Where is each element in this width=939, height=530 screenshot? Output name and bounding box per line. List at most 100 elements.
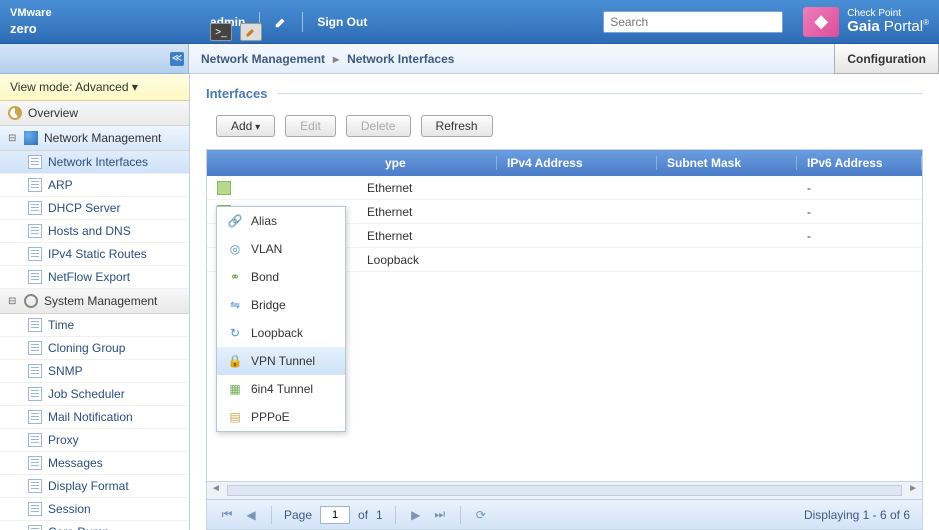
bridge-icon: ⇋: [227, 297, 243, 313]
scratchpad-icon[interactable]: [240, 23, 262, 41]
nav-item-network-interfaces[interactable]: Network Interfaces: [0, 151, 189, 174]
section-title: Interfaces: [206, 86, 923, 101]
add-menu-vpn-tunnel[interactable]: 🔒VPN Tunnel: [217, 347, 345, 375]
nav-overview-label: Overview: [28, 106, 78, 120]
add-menu-alias[interactable]: 🔗Alias: [217, 207, 345, 235]
gaia-logo: ◆ Check Point Gaia Portal®: [803, 7, 929, 37]
brand-main: Gaia Portal®: [847, 19, 929, 36]
nav-group-system[interactable]: ⊟ System Management: [0, 289, 189, 314]
network-icon: [24, 131, 38, 145]
nav-item-ipv4-routes[interactable]: IPv4 Static Routes: [0, 243, 189, 266]
delete-button[interactable]: Delete: [346, 115, 411, 137]
terminal-icon[interactable]: >_: [210, 23, 232, 41]
refresh-icon[interactable]: ⟳: [473, 507, 489, 523]
edit-user-icon[interactable]: [274, 15, 288, 29]
nav-item-mail[interactable]: Mail Notification: [0, 406, 189, 429]
search-input[interactable]: [603, 11, 783, 33]
nav-item-core-dump[interactable]: Core Dump: [0, 521, 189, 530]
first-page-icon[interactable]: ⏮: [219, 507, 235, 523]
nav-group-label: System Management: [44, 294, 157, 308]
vpn-tunnel-icon: 🔒: [227, 353, 243, 369]
page-icon: [28, 341, 42, 355]
table-toolbar: Add Edit Delete Refresh: [206, 115, 923, 137]
page-icon: [28, 364, 42, 378]
vendor-label: VMware: [10, 7, 200, 19]
page-icon: [28, 270, 42, 284]
page-input[interactable]: [320, 506, 350, 524]
page-icon: [28, 201, 42, 215]
add-menu: 🔗Alias ◎VLAN ⚭Bond ⇋Bridge ↻Loopback 🔒VP…: [216, 206, 346, 432]
pppoe-icon: ▤: [227, 409, 243, 425]
divider: [302, 12, 303, 32]
add-menu-vlan[interactable]: ◎VLAN: [217, 235, 345, 263]
search-box: [603, 11, 783, 33]
sign-out-link[interactable]: Sign Out: [317, 15, 367, 29]
nav-item-arp[interactable]: ARP: [0, 174, 189, 197]
6in4-icon: ▦: [227, 381, 243, 397]
nav-item-time[interactable]: Time: [0, 314, 189, 337]
nav-item-dhcp[interactable]: DHCP Server: [0, 197, 189, 220]
next-page-icon[interactable]: ▶: [408, 507, 424, 523]
nav-item-hosts-dns[interactable]: Hosts and DNS: [0, 220, 189, 243]
of-label: of: [358, 508, 368, 522]
horizontal-scrollbar[interactable]: [207, 481, 922, 499]
chevron-right-icon: ▸: [333, 52, 339, 66]
total-pages: 1: [376, 508, 383, 522]
nav-item-messages[interactable]: Messages: [0, 452, 189, 475]
add-menu-pppoe[interactable]: ▤PPPoE: [217, 403, 345, 431]
nav-item-snmp[interactable]: SNMP: [0, 360, 189, 383]
page-icon: [28, 502, 42, 516]
nav-item-proxy[interactable]: Proxy: [0, 429, 189, 452]
header-left: VMware zero: [0, 0, 200, 43]
collapse-icon: ≪: [170, 52, 184, 66]
col-ipv6[interactable]: IPv6 Address: [797, 156, 922, 170]
page-icon: [28, 155, 42, 169]
nav-item-cloning[interactable]: Cloning Group: [0, 337, 189, 360]
page-icon: [28, 318, 42, 332]
display-range: Displaying 1 - 6 of 6: [804, 508, 910, 522]
breadcrumb-parent[interactable]: Network Management: [201, 52, 325, 66]
nav-item-display-format[interactable]: Display Format: [0, 475, 189, 498]
sidebar-collapse[interactable]: ≪: [0, 44, 189, 74]
page-icon: [28, 224, 42, 238]
view-mode-label: View mode:: [10, 80, 72, 94]
add-menu-loopback[interactable]: ↻Loopback: [217, 319, 345, 347]
breadcrumb: Network Management ▸ Network Interfaces: [189, 44, 834, 74]
add-menu-bridge[interactable]: ⇋Bridge: [217, 291, 345, 319]
top-header: VMware zero admin Sign Out >_ ◆ Check Po…: [0, 0, 939, 44]
col-type[interactable]: ype: [357, 156, 497, 170]
pager: ⏮ ◀ Page of 1 ▶ ⏭ ⟳ Displaying 1 - 6 of …: [207, 499, 922, 529]
nav-item-job-scheduler[interactable]: Job Scheduler: [0, 383, 189, 406]
add-menu-bond[interactable]: ⚭Bond: [217, 263, 345, 291]
prev-page-icon[interactable]: ◀: [243, 507, 259, 523]
gear-icon: [24, 294, 38, 308]
interface-icon: [217, 181, 231, 195]
nav-item-session[interactable]: Session: [0, 498, 189, 521]
col-ipv4[interactable]: IPv4 Address: [497, 156, 657, 170]
table-row[interactable]: Ethernet -: [207, 176, 922, 200]
bond-icon: ⚭: [227, 269, 243, 285]
content: Interfaces Add Edit Delete Refresh Name …: [190, 74, 939, 530]
nav-overview[interactable]: Overview: [0, 101, 189, 126]
refresh-button[interactable]: Refresh: [421, 115, 493, 137]
tree-collapse-icon: ⊟: [8, 133, 18, 144]
sidebar: View mode: Advanced ▾ Overview ⊟ Network…: [0, 74, 190, 530]
page-icon: [28, 479, 42, 493]
nav-group-network[interactable]: ⊟ Network Management: [0, 126, 189, 151]
subheader: ≪ Network Management ▸ Network Interface…: [0, 44, 939, 74]
configuration-button[interactable]: Configuration: [834, 44, 939, 74]
page-icon: [28, 433, 42, 447]
nav-group-label: Network Management: [44, 131, 161, 145]
nav-item-netflow[interactable]: NetFlow Export: [0, 266, 189, 289]
breadcrumb-current: Network Interfaces: [347, 52, 454, 66]
col-subnet-mask[interactable]: Subnet Mask: [657, 156, 797, 170]
vlan-icon: ◎: [227, 241, 243, 257]
add-menu-6in4[interactable]: ▦6in4 Tunnel: [217, 375, 345, 403]
edit-button[interactable]: Edit: [285, 115, 336, 137]
page-icon: [28, 247, 42, 261]
view-mode-select[interactable]: Advanced ▾: [75, 80, 138, 94]
alias-icon: 🔗: [227, 213, 243, 229]
last-page-icon[interactable]: ⏭: [432, 507, 448, 523]
add-button[interactable]: Add: [216, 115, 275, 137]
tree-collapse-icon: ⊟: [8, 296, 18, 307]
